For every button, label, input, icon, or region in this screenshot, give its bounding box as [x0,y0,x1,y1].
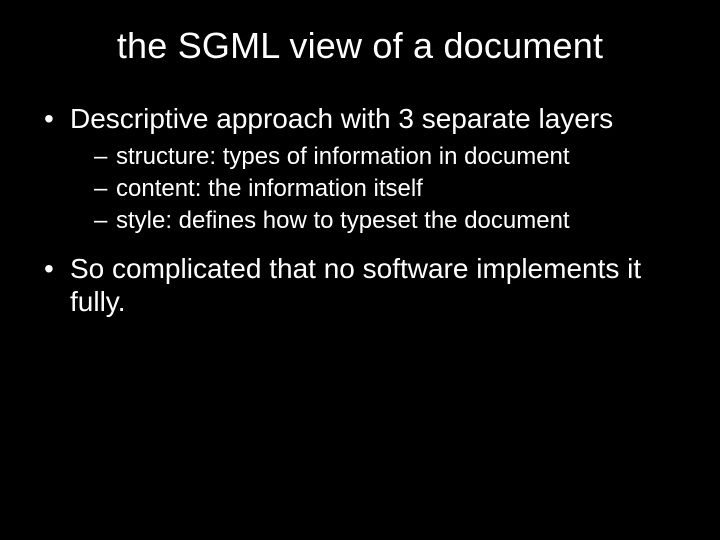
bullet-text: Descriptive approach with 3 separate lay… [70,103,613,134]
list-item: Descriptive approach with 3 separate lay… [44,102,690,236]
bullet-list: Descriptive approach with 3 separate lay… [30,102,690,319]
bullet-text: So complicated that no software implemen… [70,253,641,318]
sub-bullet-text: structure: types of information in docum… [116,143,570,170]
sub-bullet-text: content: the information itself [116,175,423,202]
list-item: content: the information itself [94,174,690,204]
slide-title: the SGML view of a document [30,25,690,67]
slide: the SGML view of a document Descriptive … [0,0,720,540]
sub-bullet-list: structure: types of information in docum… [70,142,690,236]
list-item: structure: types of information in docum… [94,142,690,172]
list-item: style: defines how to typeset the docume… [94,206,690,236]
sub-bullet-text: style: defines how to typeset the docume… [116,207,570,234]
list-item: So complicated that no software implemen… [44,252,690,319]
